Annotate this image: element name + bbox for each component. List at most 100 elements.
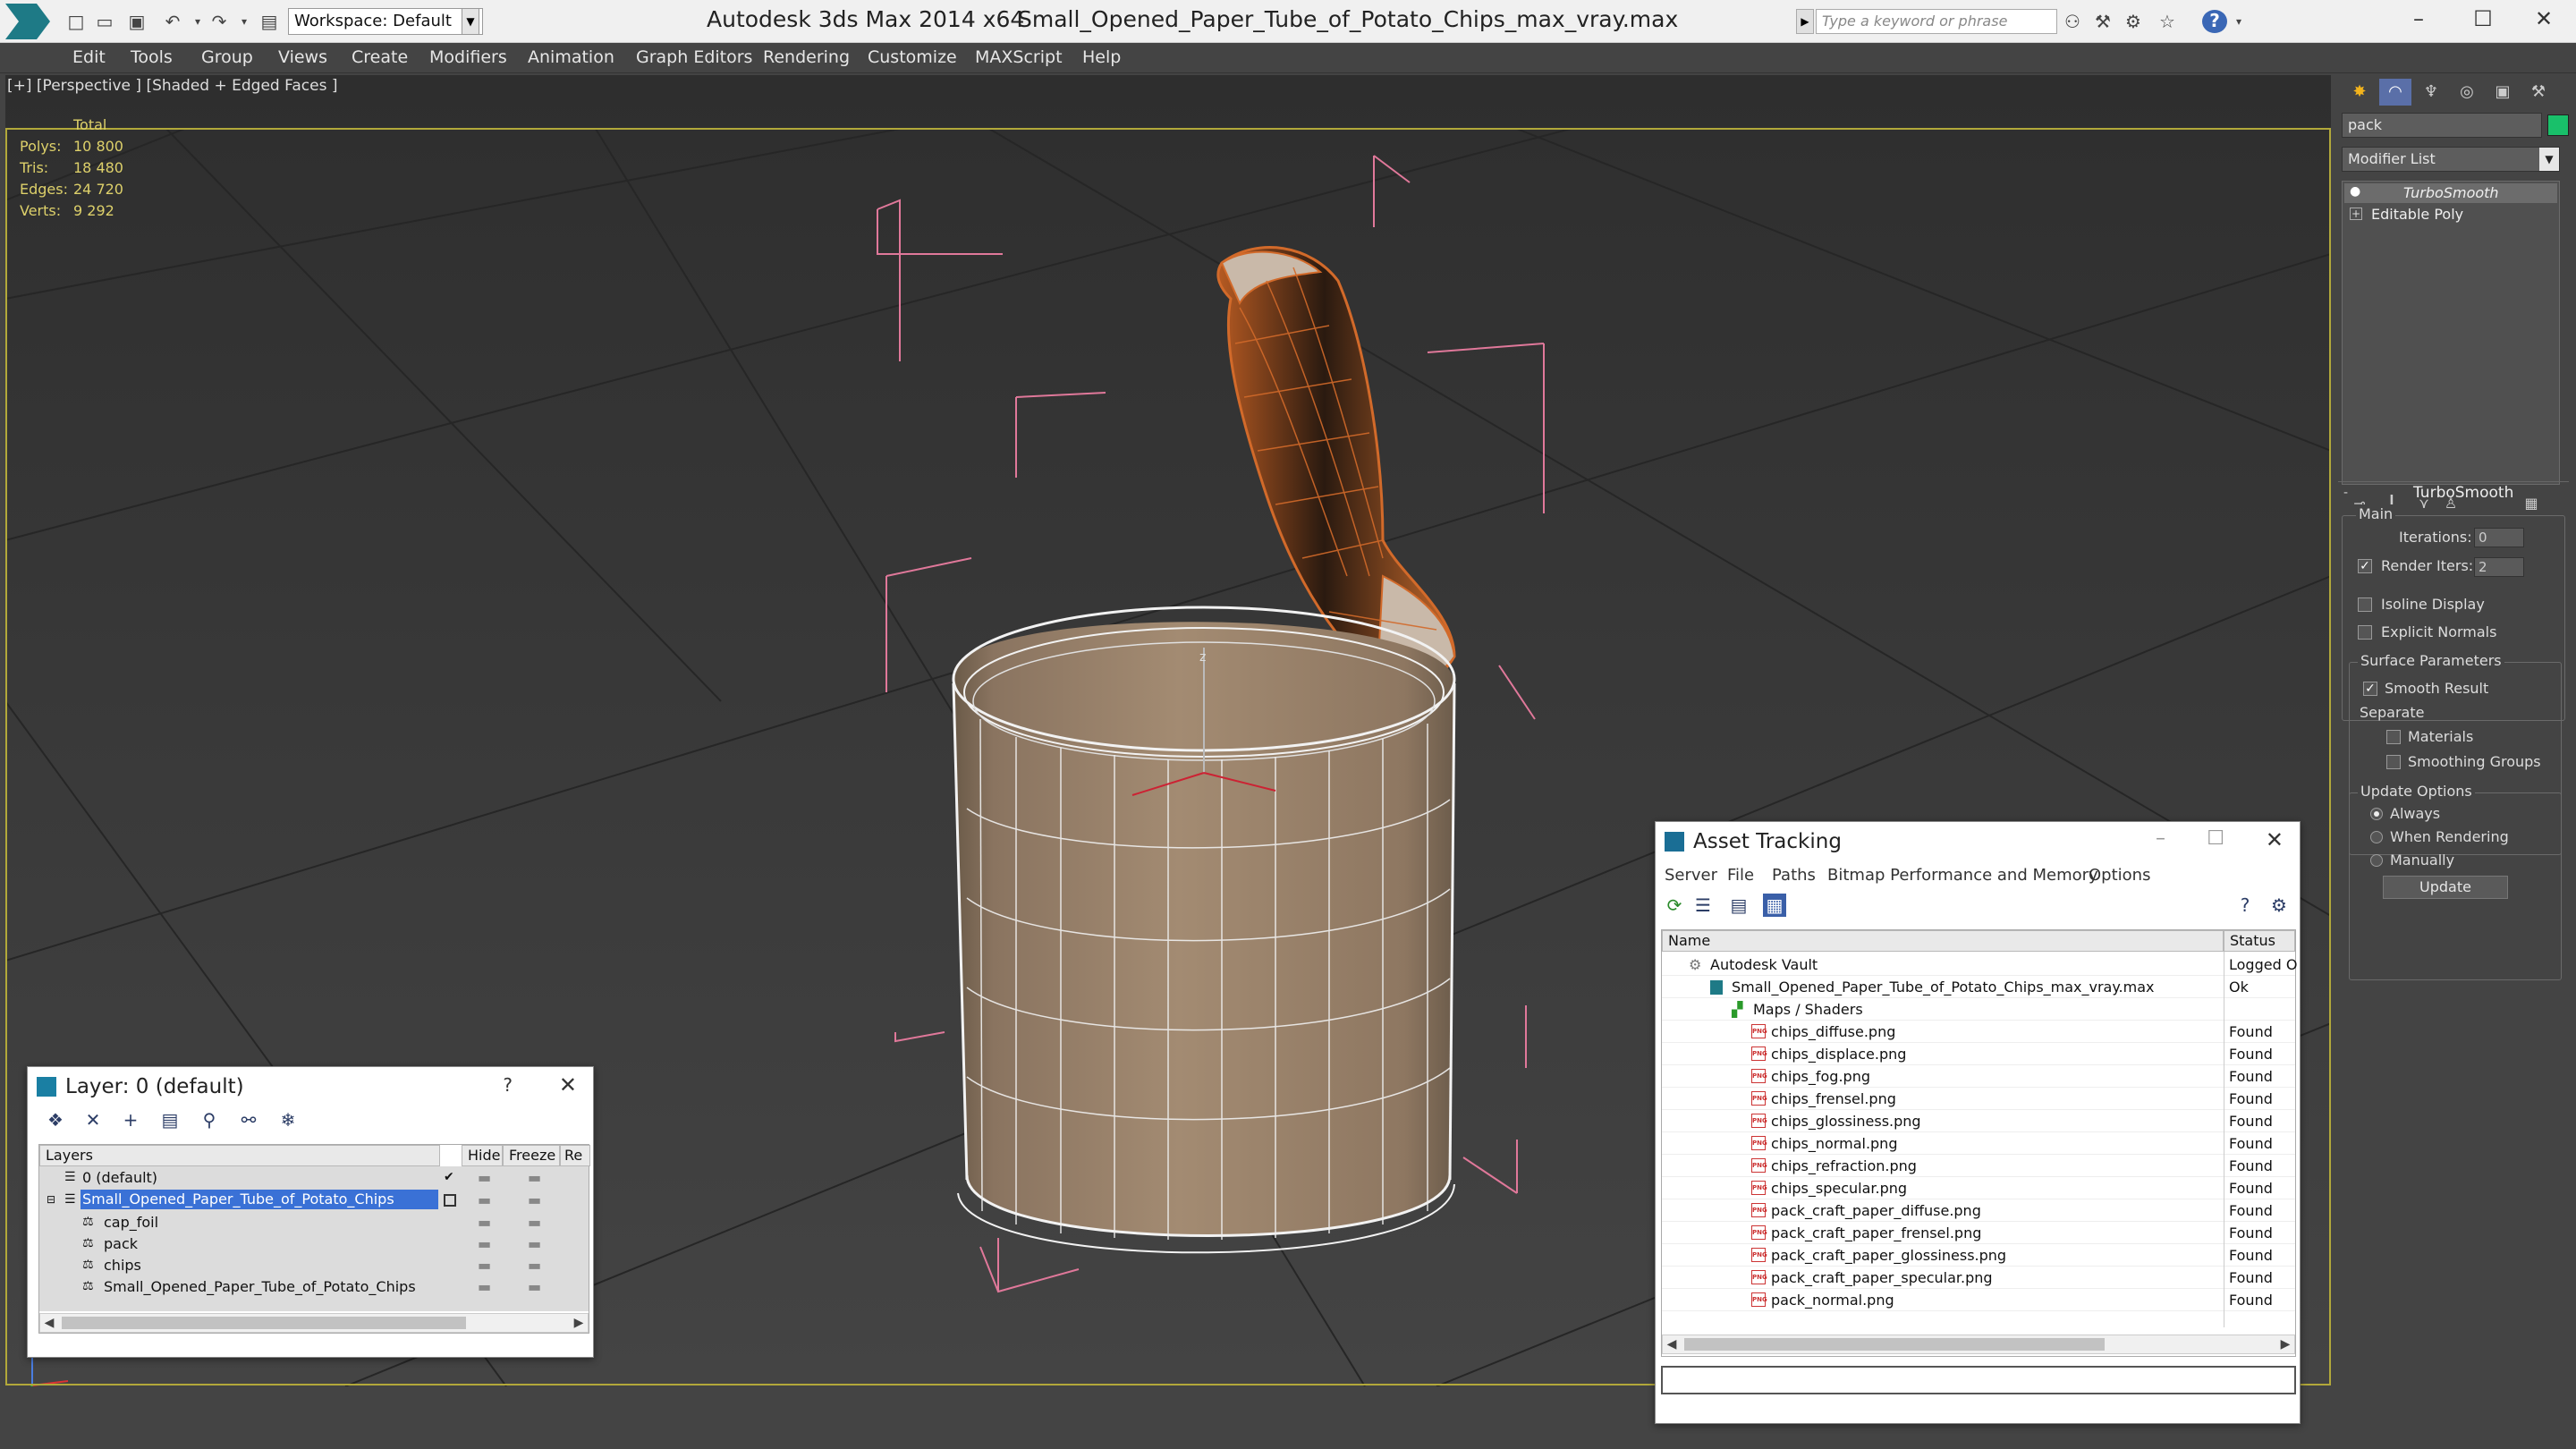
when-rendering-radio[interactable]: [2370, 831, 2383, 843]
asset-minimize-button[interactable]: –: [2156, 827, 2165, 850]
menu-help[interactable]: Help: [1082, 43, 1121, 73]
freeze-toggle[interactable]: ▬: [528, 1254, 541, 1276]
name-column-header[interactable]: Name: [1662, 930, 2224, 952]
list-view-icon[interactable]: ☰: [1691, 894, 1715, 917]
communication-center-icon[interactable]: ⚙: [2122, 11, 2145, 32]
hide-toggle[interactable]: ▬: [478, 1275, 491, 1298]
layer-horizontal-scrollbar[interactable]: ◀ ▶: [39, 1313, 589, 1333]
asset-row-maps[interactable]: ▞ Maps / Shaders: [1662, 998, 2295, 1021]
scroll-left-icon[interactable]: ◀: [40, 1314, 58, 1332]
hide-toggle[interactable]: ▬: [478, 1233, 491, 1255]
iterations-spinner[interactable]: 0: [2474, 528, 2524, 547]
asset-menu-options[interactable]: Options: [2089, 861, 2150, 890]
modifier-list-dropdown[interactable]: Modifier List ▼: [2342, 147, 2560, 172]
asset-row-bitmap[interactable]: PNG chips_frensel.png Found: [1662, 1088, 2295, 1110]
table-view-icon[interactable]: ▦: [1763, 894, 1786, 917]
set-current-box[interactable]: [444, 1194, 456, 1207]
hide-toggle[interactable]: ▬: [478, 1166, 491, 1189]
project-folder-icon[interactable]: ▤: [258, 11, 281, 32]
hide-all-layers-icon[interactable]: ⚯: [237, 1108, 260, 1131]
scroll-right-icon[interactable]: ▶: [570, 1314, 588, 1332]
expand-plus-icon[interactable]: +: [2350, 208, 2362, 220]
asset-row-bitmap[interactable]: PNG chips_normal.png Found: [1662, 1132, 2295, 1155]
asset-row-vault[interactable]: ⚙ Autodesk Vault Logged O: [1662, 953, 2297, 976]
modify-tab-icon[interactable]: ◠: [2379, 79, 2411, 106]
asset-settings-icon[interactable]: ⚙: [2267, 894, 2291, 917]
asset-row-bitmap[interactable]: PNG chips_displace.png Found: [1662, 1043, 2295, 1065]
smooth-result-checkbox[interactable]: ✓: [2363, 682, 2377, 696]
undo-icon[interactable]: ↶: [161, 11, 184, 32]
manually-radio[interactable]: [2370, 854, 2383, 867]
hierarchy-tab-icon[interactable]: ♆: [2415, 79, 2447, 106]
freeze-toggle[interactable]: ▬: [528, 1275, 541, 1298]
help-icon[interactable]: ?: [2202, 10, 2227, 33]
scroll-thumb[interactable]: [1684, 1338, 2105, 1351]
asset-row-bitmap[interactable]: PNG pack_craft_paper_glossiness.png Found: [1662, 1244, 2295, 1267]
add-to-layer-icon[interactable]: +: [119, 1108, 142, 1131]
minimize-button[interactable]: –: [2386, 0, 2451, 39]
subscription-icon[interactable]: ⚒: [2091, 11, 2114, 32]
select-highlighted-icon[interactable]: ▤: [158, 1108, 182, 1131]
menu-modifiers[interactable]: Modifiers: [429, 43, 507, 73]
utilities-tab-icon[interactable]: ⚒: [2522, 79, 2555, 106]
render-column-header[interactable]: Re: [560, 1145, 590, 1166]
create-tab-icon[interactable]: ✸: [2343, 79, 2376, 106]
redo-icon[interactable]: ↷: [208, 11, 231, 32]
menu-create[interactable]: Create: [352, 43, 408, 73]
asset-dialog-titlebar[interactable]: Asset Tracking: [1656, 822, 2300, 861]
menu-views[interactable]: Views: [278, 43, 327, 73]
asset-row-bitmap[interactable]: PNG pack_craft_paper_specular.png Found: [1662, 1267, 2295, 1289]
highlight-selected-icon[interactable]: ⚲: [198, 1108, 221, 1131]
help-dropdown-icon[interactable]: ▾: [2227, 11, 2250, 32]
asset-menu-paths[interactable]: Paths: [1772, 861, 1816, 890]
refresh-icon[interactable]: ⟳: [1663, 894, 1686, 917]
asset-row-bitmap[interactable]: PNG chips_specular.png Found: [1662, 1177, 2295, 1199]
update-button[interactable]: Update: [2383, 876, 2508, 899]
smoothing-groups-checkbox[interactable]: [2386, 755, 2401, 769]
scroll-left-icon[interactable]: ◀: [1663, 1335, 1681, 1353]
menu-rendering[interactable]: Rendering: [763, 43, 850, 73]
freeze-toggle[interactable]: ▬: [528, 1211, 541, 1233]
redo-dropdown-icon[interactable]: ▾: [233, 11, 256, 32]
asset-row-bitmap[interactable]: PNG pack_craft_paper_diffuse.png Found: [1662, 1199, 2295, 1222]
freeze-toggle[interactable]: ▬: [528, 1233, 541, 1255]
explicit-normals-checkbox[interactable]: [2358, 625, 2372, 640]
search-expand-icon[interactable]: ▶: [1796, 9, 1814, 34]
layers-column-header[interactable]: Layers: [39, 1145, 440, 1166]
menu-group[interactable]: Group: [201, 43, 253, 73]
motion-tab-icon[interactable]: ◎: [2451, 79, 2483, 106]
asset-path-field[interactable]: [1661, 1366, 2296, 1394]
menu-animation[interactable]: Animation: [528, 43, 614, 73]
layer-row-selected[interactable]: ⊟ ☰ Small_Opened_Paper_Tube_of_Potato_Ch…: [39, 1189, 589, 1211]
object-name-field[interactable]: pack: [2342, 113, 2542, 138]
isoline-display-checkbox[interactable]: [2358, 597, 2372, 612]
hide-toggle[interactable]: ▬: [478, 1189, 491, 1211]
workspace-menu-button[interactable]: ▼: [462, 8, 479, 35]
layer-dialog-close-button[interactable]: ✕: [559, 1072, 577, 1097]
menu-maxscript[interactable]: MAXScript: [975, 43, 1063, 73]
app-logo-icon[interactable]: [5, 4, 50, 39]
display-tab-icon[interactable]: ▣: [2487, 79, 2519, 106]
binoculars-icon[interactable]: ⚇: [2061, 11, 2084, 32]
asset-row-max-file[interactable]: Small_Opened_Paper_Tube_of_Potato_Chips_…: [1662, 976, 2295, 998]
object-color-swatch[interactable]: [2547, 114, 2569, 136]
turbosmooth-rollout-header[interactable]: - TurboSmooth: [2338, 481, 2569, 503]
asset-close-button[interactable]: ✕: [2266, 827, 2284, 852]
asset-maximize-button[interactable]: ☐: [2207, 827, 2224, 850]
freeze-toggle[interactable]: ▬: [528, 1166, 541, 1189]
object-row[interactable]: ⚖ pack ▬ ▬: [39, 1233, 589, 1255]
asset-row-bitmap[interactable]: PNG chips_fog.png Found: [1662, 1065, 2295, 1088]
stack-item-editable-poly[interactable]: + Editable Poly: [2344, 205, 2557, 225]
favorites-star-icon[interactable]: ☆: [2156, 11, 2179, 32]
tree-view-icon[interactable]: ▤: [1727, 894, 1750, 917]
search-input[interactable]: Type a keyword or phrase: [1816, 9, 2057, 34]
layer-row[interactable]: ☰ 0 (default) ✔ ▬ ▬: [39, 1166, 589, 1189]
hide-toggle[interactable]: ▬: [478, 1211, 491, 1233]
scroll-thumb[interactable]: [62, 1317, 466, 1329]
scroll-right-icon[interactable]: ▶: [2276, 1335, 2294, 1353]
asset-horizontal-scrollbar[interactable]: ◀ ▶: [1662, 1335, 2295, 1354]
hide-column-header[interactable]: Hide: [462, 1145, 503, 1166]
menu-customize[interactable]: Customize: [868, 43, 957, 73]
delete-layer-icon[interactable]: ✕: [81, 1108, 105, 1131]
object-row[interactable]: ⚖ chips ▬ ▬: [39, 1254, 589, 1276]
